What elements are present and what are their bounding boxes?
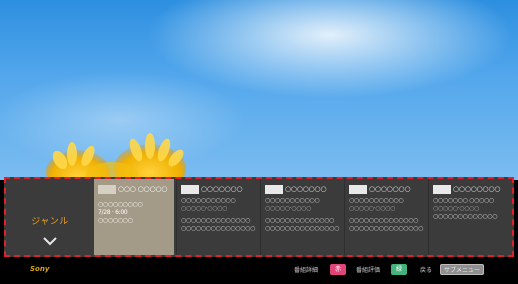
chevron-down-icon[interactable] [42,235,58,247]
channel-thumb [265,185,283,194]
card-line: ○○○○○○○○○○○○○○○ [181,225,256,232]
card-line: ○○○○○·○○○○ [181,205,228,212]
card-line: ○○○○○○○○○○○○○○○ [349,225,424,232]
green-key-button[interactable]: 緑 [391,264,407,275]
card-title: ○○○○○○○○ [453,185,501,193]
channel-thumb [98,185,116,194]
card-line: ○○○○○○○○○○○○○○ [265,217,335,224]
key3-label: 戻る [420,267,433,274]
card-title: ○○○○○○○ [201,185,243,193]
card-line: ○○○○○○○○○○○○○○ [349,217,419,224]
genre-nav[interactable]: ジャンル [6,179,94,255]
card-title: ○○○○○○○ [369,185,411,193]
program-guide-strip: ジャンル ○○○ ○○○○○ ○○○○○○○○○ 7/28 · 6:00 ○○○… [4,177,514,257]
card-line: ○○○○○○○ ○○○○○ [433,197,494,204]
key1-label: 番組詳細 [294,267,319,274]
submenu-button[interactable]: サブメニュー [440,264,484,275]
card-line: 7/28 · 6:00 [98,209,128,216]
card-line: ○○○○○○○○○○○ [265,197,320,204]
card-line: ○○○○○○○ [98,217,133,224]
card-line: ○○○○○○○○○○○ [181,197,236,204]
brand-logo: Sony [30,265,50,273]
tv-screen: ジャンル ○○○ ○○○○○ ○○○○○○○○○ 7/28 · 6:00 ○○○… [0,0,518,284]
channel-thumb [433,185,451,194]
channel-thumb [349,185,367,194]
program-card[interactable]: ○○○○○○○○ ○○○○○○○ ○○○○○ ○○○○○·○○○○ ○○○○○○… [428,179,512,255]
program-card[interactable]: ○○○○○○○ ○○○○○○○○○○○ ○○○○○·○○○○ ○○○○○○○○○… [344,179,428,255]
card-line: ○○○○○○○○○○○○○○○ [265,225,340,232]
card-line: ○○○○○·○○○○ [265,205,312,212]
program-card[interactable]: ○○○○○○○ ○○○○○○○○○○○ ○○○○○·○○○○ ○○○○○○○○○… [260,179,344,255]
card-title: ○○○ ○○○○○ [118,185,168,193]
card-line: ○○○○○○○○○ [98,201,143,208]
genre-label: ジャンル [31,217,69,227]
card-line: ○○○○○○○○○○○○○○ [181,217,251,224]
channel-thumb [181,185,199,194]
card-line: ○○○○○·○○○○ [433,205,480,212]
bottom-bar: Sony 番組詳細 赤 番組評価 緑 戻る サブメニュー [0,258,518,284]
program-card[interactable]: ○○○○○○○ ○○○○○○○○○○○ ○○○○○·○○○○ ○○○○○○○○○… [176,179,260,255]
card-title: ○○○○○○○ [285,185,327,193]
red-key-button[interactable]: 赤 [330,264,346,275]
program-card-selected[interactable]: ○○○ ○○○○○ ○○○○○○○○○ 7/28 · 6:00 ○○○○○○○ [94,179,174,255]
key2-label: 番組評価 [356,267,381,274]
card-line: ○○○○○○○○○○○ [349,197,404,204]
card-line: ○○○○○·○○○○ [349,205,396,212]
card-line: ○○○○○○○○○○○○○ [433,213,498,220]
flower-image [46,133,186,180]
